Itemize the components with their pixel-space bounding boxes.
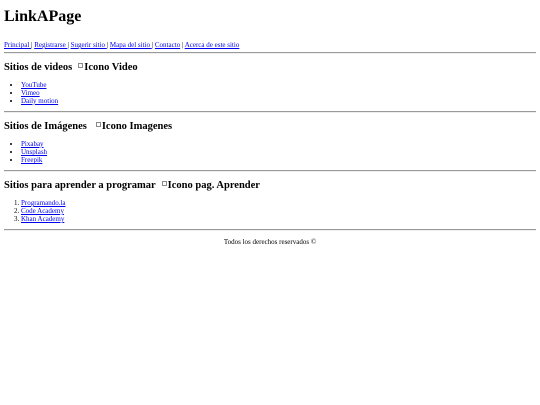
nav-separator: | — [31, 41, 33, 49]
nav-separator: | — [151, 41, 154, 49]
list-item: Freepik — [21, 156, 536, 164]
nav-link-mapa-del-sitio[interactable]: Mapa del sitio — [110, 41, 152, 49]
nav-link-acerca[interactable]: Acerca de este sitio — [185, 41, 240, 49]
broken-image-icon: Icono Video — [78, 62, 138, 73]
link-list: Pixabay Unsplash Freepik — [4, 140, 536, 164]
image-alt-text: Icono Video — [84, 62, 138, 73]
link-code-academy[interactable]: Code Academy — [21, 207, 64, 215]
divider — [4, 111, 536, 113]
nav-separator: | — [67, 41, 69, 49]
list-item: Unsplash — [21, 148, 536, 156]
list-item: Programando.la — [21, 199, 536, 207]
divider — [4, 52, 536, 54]
image-alt-text: Icono pag. Aprender — [167, 180, 260, 191]
image-placeholder-icon — [78, 63, 84, 68]
image-placeholder-icon — [161, 181, 167, 186]
section-programar: Sitios para aprender a programar Icono pa… — [4, 180, 536, 223]
broken-image-icon: Icono pag. Aprender — [161, 180, 260, 191]
nav-link-contacto[interactable]: Contacto — [155, 41, 180, 49]
main-nav: Principal | Registrarse | Sugerir sitio … — [4, 41, 536, 49]
list-item: Code Academy — [21, 207, 536, 215]
link-khan-academy[interactable]: Khan Academy — [21, 215, 64, 223]
site-title: LinkAPage — [4, 8, 82, 25]
nav-link-sugerir-sitio[interactable]: Sugerir sitio — [71, 41, 107, 49]
list-item: YouTube — [21, 81, 536, 89]
link-vimeo[interactable]: Vimeo — [21, 89, 40, 97]
link-programando-la[interactable]: Programando.la — [21, 199, 66, 207]
link-youtube[interactable]: YouTube — [21, 81, 47, 89]
image-placeholder-icon — [95, 122, 101, 127]
section-videos: Sitios de videos Icono Video YouTube Vime… — [4, 62, 536, 105]
link-freepik[interactable]: Freepik — [21, 156, 42, 164]
nav-link-principal[interactable]: Principal — [4, 41, 31, 49]
list-item: Vimeo — [21, 89, 536, 97]
footer-text: Todos los derechos reservados © — [223, 238, 317, 246]
broken-image-icon: Icono Imagenes — [95, 121, 173, 132]
link-list: YouTube Vimeo Daily motion — [4, 81, 536, 105]
link-list: Programando.la Code Academy Khan Academy — [4, 199, 536, 223]
list-item: Pixabay — [21, 140, 536, 148]
list-item: Khan Academy — [21, 215, 536, 223]
link-daily-motion[interactable]: Daily motion — [21, 97, 58, 105]
section-images: Sitios de Imágenes Icono Imagenes Pixabay… — [4, 121, 536, 164]
section-heading-text: Sitios para aprender a programar — [4, 180, 156, 191]
link-pixabay[interactable]: Pixabay — [21, 140, 44, 148]
divider — [4, 170, 536, 172]
section-heading: Sitios de videos Icono Video — [4, 62, 536, 74]
nav-link-registrarse[interactable]: Registrarse — [34, 41, 67, 49]
nav-separator: | — [181, 41, 184, 49]
section-heading-text: Sitios de Imágenes — [4, 121, 87, 132]
page: LinkAPage Principal | Registrarse | Suge… — [0, 0, 540, 246]
nav-separator: | — [106, 41, 109, 49]
link-unsplash[interactable]: Unsplash — [21, 148, 47, 156]
list-item: Daily motion — [21, 97, 536, 105]
image-alt-text: Icono Imagenes — [101, 121, 173, 132]
divider — [4, 229, 536, 231]
section-heading: Sitios para aprender a programar Icono pa… — [4, 180, 536, 192]
section-heading-text: Sitios de videos — [4, 62, 73, 73]
section-heading: Sitios de Imágenes Icono Imagenes — [4, 121, 536, 133]
